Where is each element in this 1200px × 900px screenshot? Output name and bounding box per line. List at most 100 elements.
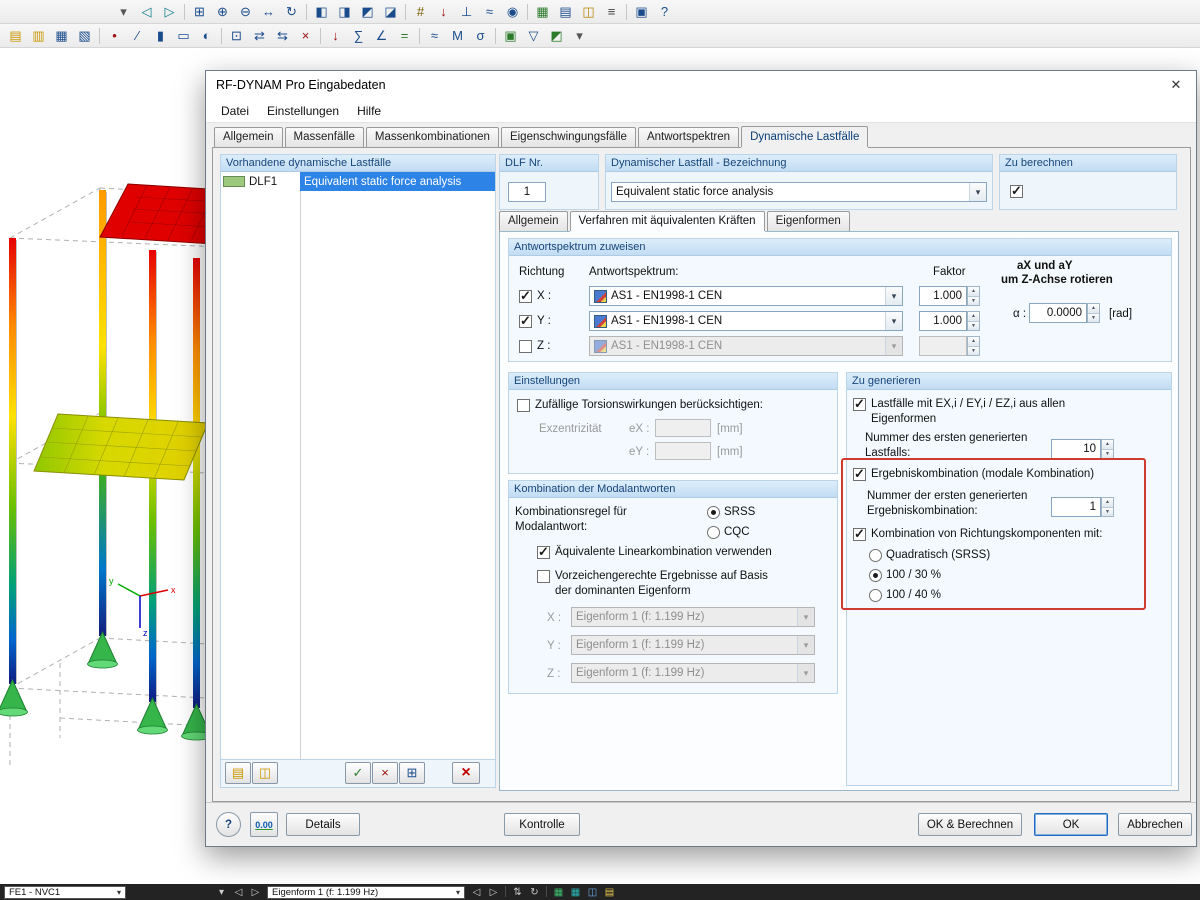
color-scale-caret-icon[interactable]: ▾ xyxy=(568,26,591,46)
view-x-icon[interactable]: ◧ xyxy=(310,2,333,22)
previous-view-icon[interactable]: ◁ xyxy=(135,2,158,22)
y-direction-checkbox[interactable] xyxy=(519,315,532,328)
tab-massenkombinationen[interactable]: Massenkombinationen xyxy=(366,127,499,147)
open-case-icon[interactable]: ▥ xyxy=(27,26,50,46)
dlf-list[interactable]: DLF1 Equivalent static force analysis xyxy=(221,172,495,760)
zoom-window-icon[interactable]: ⊞ xyxy=(188,2,211,22)
show-supports-icon[interactable]: ⊥ xyxy=(455,2,478,22)
zoom-in-icon[interactable]: ⊕ xyxy=(211,2,234,22)
next-view-icon[interactable]: ▷ xyxy=(158,2,181,22)
show-loads-icon[interactable]: ↓ xyxy=(432,2,455,22)
torsion-checkbox[interactable] xyxy=(517,399,530,412)
x-spectrum-combo[interactable]: AS1 - EN1998-1 CEN xyxy=(589,286,903,306)
load-combinations-icon[interactable]: ∑ xyxy=(347,26,370,46)
zoom-out-icon[interactable]: ⊖ xyxy=(234,2,257,22)
previous-case-icon[interactable]: ◁ xyxy=(230,886,247,899)
imperfections-icon[interactable]: ∠ xyxy=(370,26,393,46)
cancel-button[interactable]: Abbrechen xyxy=(1118,813,1192,836)
srss-radio[interactable] xyxy=(707,506,720,519)
result-case-combo[interactable]: FE1 - NVC1 xyxy=(4,886,126,899)
view-z-icon[interactable]: ◩ xyxy=(356,2,379,22)
alpha-input[interactable] xyxy=(1029,303,1087,323)
spin-up-icon[interactable]: ▲ xyxy=(968,337,979,347)
tab-massenfaelle[interactable]: Massenfälle xyxy=(285,127,364,147)
new-line-icon[interactable]: ∕ xyxy=(126,26,149,46)
isometric-view-icon[interactable]: ◪ xyxy=(379,2,402,22)
eigenform-select-combo[interactable]: Eigenform 1 (f: 1.199 Hz) xyxy=(267,886,465,899)
new-case-icon[interactable]: ▤ xyxy=(4,26,27,46)
refresh-view-icon[interactable]: ↻ xyxy=(526,886,543,899)
quadratic-srss-radio[interactable] xyxy=(869,549,882,562)
spin-up-icon[interactable]: ▲ xyxy=(1102,440,1113,450)
dlf-name-combo[interactable]: Equivalent static force analysis xyxy=(611,182,987,202)
color-scale-icon[interactable]: ◩ xyxy=(545,26,568,46)
edit-object-icon[interactable]: ⊡ xyxy=(225,26,248,46)
spin-down-icon[interactable]: ▼ xyxy=(1088,314,1099,323)
results-member-forces-icon[interactable]: M xyxy=(446,26,469,46)
spin-down-icon[interactable]: ▼ xyxy=(1102,508,1113,517)
copy-dlf-case-icon[interactable]: ◫ xyxy=(252,762,278,784)
move-copy-icon[interactable]: ⇄ xyxy=(248,26,271,46)
linear-combination-checkbox[interactable] xyxy=(537,546,550,559)
visibility-mode-icon[interactable]: ◉ xyxy=(501,2,524,22)
details-button[interactable]: Details xyxy=(286,813,360,836)
spin-up-icon[interactable]: ▲ xyxy=(1088,304,1099,314)
toolbar-overflow-icon[interactable]: ▾ xyxy=(112,2,135,22)
previous-eigenform-icon[interactable]: ◁ xyxy=(468,886,485,899)
y-factor-input[interactable] xyxy=(919,311,967,331)
spin-down-icon[interactable]: ▼ xyxy=(968,322,979,331)
menu-datei[interactable]: Datei xyxy=(212,101,258,121)
directional-combination-checkbox[interactable] xyxy=(853,528,866,541)
first-lc-input[interactable] xyxy=(1051,439,1101,459)
y-spectrum-combo[interactable]: AS1 - EN1998-1 CEN xyxy=(589,311,903,331)
check-all-cases-icon[interactable]: ✓ xyxy=(345,762,371,784)
show-numbering-icon[interactable]: # xyxy=(409,2,432,22)
dlf-nr-input[interactable] xyxy=(508,182,546,202)
display-properties-icon[interactable]: ≡ xyxy=(600,2,623,22)
control-panel-icon[interactable]: ◫ xyxy=(577,2,600,22)
result-combination-checkbox[interactable] xyxy=(853,468,866,481)
tab-allgemein[interactable]: Allgemein xyxy=(214,127,283,147)
z-direction-checkbox[interactable] xyxy=(519,340,532,353)
layers-panel-icon[interactable]: ◫ xyxy=(584,886,601,899)
inner-tab-verfahren[interactable]: Verfahren mit äquivalenten Kräften xyxy=(570,211,765,231)
new-opening-icon[interactable]: ◐ xyxy=(195,26,218,46)
calculate-icon[interactable]: = xyxy=(393,26,416,46)
inner-tab-eigenformen[interactable]: Eigenformen xyxy=(767,211,850,231)
loads-icon[interactable]: ↓ xyxy=(324,26,347,46)
x-direction-checkbox[interactable] xyxy=(519,290,532,303)
new-surface-icon[interactable]: ▭ xyxy=(172,26,195,46)
sign-results-checkbox[interactable] xyxy=(537,570,550,583)
case-list-caret-icon[interactable]: ▾ xyxy=(213,886,230,899)
rule-100-30-radio[interactable] xyxy=(869,569,882,582)
dialog-titlebar[interactable]: RF-DYNAM Pro Eingabedaten ✕ xyxy=(206,71,1196,99)
spin-down-icon[interactable]: ▼ xyxy=(1102,450,1113,459)
ok-and-calculate-button[interactable]: OK & Berechnen xyxy=(918,813,1022,836)
print-icon[interactable]: ▧ xyxy=(73,26,96,46)
close-icon[interactable]: ✕ xyxy=(1160,73,1192,96)
animate-results-icon[interactable]: ⇅ xyxy=(509,886,526,899)
help-icon[interactable]: ? xyxy=(653,2,676,22)
printout-report-icon[interactable]: ▤ xyxy=(554,2,577,22)
add-on-modules-icon[interactable]: ▣ xyxy=(499,26,522,46)
save-model-icon[interactable]: ▦ xyxy=(50,26,73,46)
mirror-icon[interactable]: ⇆ xyxy=(271,26,294,46)
dlf-list-item[interactable]: DLF1 Equivalent static force analysis xyxy=(221,172,495,191)
delete-object-icon[interactable]: × xyxy=(294,26,317,46)
view-y-icon[interactable]: ◨ xyxy=(333,2,356,22)
ok-button[interactable]: OK xyxy=(1034,813,1108,836)
generate-loadcases-checkbox[interactable] xyxy=(853,398,866,411)
legend-panel-icon[interactable]: ▤ xyxy=(601,886,618,899)
new-window-icon[interactable]: ▣ xyxy=(630,2,653,22)
spin-up-icon[interactable]: ▲ xyxy=(968,312,979,322)
spin-down-icon[interactable]: ▼ xyxy=(968,347,979,356)
new-node-icon[interactable]: • xyxy=(103,26,126,46)
tables-icon[interactable]: ▦ xyxy=(531,2,554,22)
spin-up-icon[interactable]: ▲ xyxy=(968,287,979,297)
next-eigenform-icon[interactable]: ▷ xyxy=(485,886,502,899)
decimal-places-button[interactable]: 0.00 xyxy=(250,812,278,837)
menu-einstellungen[interactable]: Einstellungen xyxy=(258,101,348,121)
pan-view-icon[interactable]: ↔ xyxy=(257,2,280,22)
new-member-icon[interactable]: ▮ xyxy=(149,26,172,46)
rule-100-40-radio[interactable] xyxy=(869,589,882,602)
